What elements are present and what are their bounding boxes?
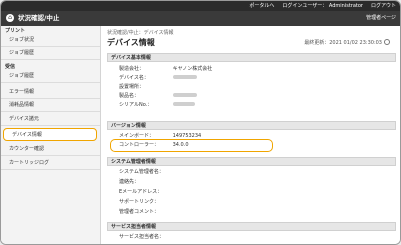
row-label: サービス担当者名：: [119, 234, 165, 240]
row-label: サポートリンク：: [119, 199, 160, 205]
info-row: デバイス名：: [119, 74, 369, 82]
sidebar-item-receive-job-history[interactable]: ジョブ履歴: [1, 70, 100, 83]
row-value: 34.0.0: [172, 142, 189, 148]
login-user-name: Administrator: [328, 3, 363, 9]
portal-link[interactable]: ポータルへ: [249, 1, 274, 11]
sidebar: プリント ジョブ状況 ジョブ履歴 受信 ジョブ履歴 エラー情報 消耗品情報 デバ…: [1, 26, 101, 244]
home-icon[interactable]: ⌂: [6, 14, 14, 22]
browser-frame: ポータルへ ログインユーザー： Administrator ログアウト ⌂ 状況…: [0, 0, 401, 245]
row-label: コントローラー：: [119, 142, 160, 148]
row-label: 連絡先：: [119, 179, 140, 185]
info-row: 管理者コメント：: [119, 208, 369, 216]
redacted-value: [172, 92, 197, 100]
section-header-device-basic: デバイス基本情報: [107, 53, 396, 62]
sidebar-section-receive: 受信: [5, 64, 16, 70]
page-title: デバイス情報: [107, 38, 155, 47]
row-label: 管理者コメント：: [119, 209, 160, 215]
refresh-icon[interactable]: [384, 39, 390, 45]
row-label: シリアルNo.：: [119, 102, 153, 108]
row-label: システム管理者名：: [119, 169, 164, 175]
info-row: 設置場所：: [119, 83, 369, 91]
sidebar-item-device-info[interactable]: デバイス情報: [3, 128, 97, 141]
last-updated: 最終更新：2021 01/02 23:30:03: [304, 39, 390, 46]
row-label: 設置場所：: [119, 84, 145, 90]
login-user-label: ログインユーザー：: [282, 3, 328, 9]
info-row: 製造会社： キヤノン株式会社: [119, 65, 369, 73]
info-row: シリアルNo.：: [119, 101, 369, 109]
info-row: サービス担当者名：: [119, 233, 369, 241]
sidebar-item-print-job-status[interactable]: ジョブ状況: [1, 34, 100, 47]
top-bar: ポータルへ ログインユーザー： Administrator ログアウト: [1, 1, 400, 11]
sidebar-item-consumables[interactable]: 消耗品情報: [1, 99, 100, 112]
sidebar-item-print-job-history[interactable]: ジョブ履歴: [1, 47, 100, 60]
row-label: 製造会社：: [119, 66, 145, 72]
row-value: キヤノン株式会社: [172, 66, 213, 72]
info-row: 連絡先：: [119, 178, 369, 186]
row-label: 製品名：: [119, 93, 140, 99]
logout-link[interactable]: ログアウト: [371, 1, 396, 11]
main-content: 状況確認/中止：デバイス情報 デバイス情報 最終更新：2021 01/02 23…: [101, 26, 400, 244]
sidebar-item-counter-check[interactable]: カウンター確認: [1, 143, 100, 156]
sidebar-section-print: プリント: [5, 28, 26, 34]
app-header: ⌂ 状況確認/中止 管理者ページ: [1, 11, 400, 26]
info-row: サポートリンク：: [119, 198, 369, 206]
section-header-version: バージョン情報: [107, 121, 396, 130]
redacted-value: [172, 74, 197, 82]
last-updated-text: 最終更新：2021 01/02 23:30:03: [304, 40, 382, 46]
section-header-system-admin: システム管理者情報: [107, 157, 396, 166]
info-row-controller: コントローラー： 34.0.0: [119, 141, 369, 149]
row-label: デバイス名：: [119, 75, 149, 81]
sidebar-item-device-specs[interactable]: デバイス諸元: [1, 113, 100, 126]
info-row: 製品名：: [119, 92, 369, 100]
info-row: システム管理者名：: [119, 168, 369, 176]
sidebar-item-error-info[interactable]: エラー情報: [1, 86, 100, 99]
redacted-value: [172, 101, 195, 109]
management-page-link[interactable]: 管理者ページ: [366, 11, 396, 26]
sidebar-item-cartridge-log[interactable]: カートリッジログ: [1, 157, 100, 170]
app-title: 状況確認/中止: [18, 14, 60, 22]
breadcrumb[interactable]: 状況確認/中止：デバイス情報: [107, 29, 174, 36]
row-label: Eメールアドレス：: [119, 189, 163, 195]
info-row: Eメールアドレス：: [119, 188, 369, 196]
section-header-service: サービス担当者情報: [107, 222, 396, 231]
login-user-info: ログインユーザー： Administrator: [282, 1, 363, 11]
